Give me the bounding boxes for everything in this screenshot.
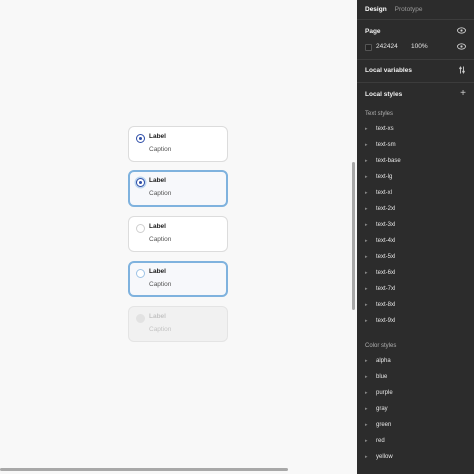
caret-right-icon: ▸ <box>365 238 368 244</box>
caret-right-icon: ▸ <box>365 390 368 396</box>
card-caption: Caption <box>149 281 172 288</box>
design-panel: Design Prototype Page 242424 100% Local … <box>357 0 474 474</box>
card-label: Label <box>149 177 166 184</box>
local-variables-title[interactable]: Local variables <box>365 67 412 74</box>
caret-right-icon: ▸ <box>365 190 368 196</box>
card-label: Label <box>149 313 166 320</box>
caret-right-icon: ▸ <box>365 358 368 364</box>
vertical-scrollbar[interactable] <box>352 162 355 310</box>
page-opacity-value[interactable]: 100% <box>411 43 428 50</box>
caret-right-icon: ▸ <box>365 286 368 292</box>
divider <box>357 82 474 83</box>
sliders-icon[interactable] <box>458 66 466 76</box>
page-section-title: Page <box>365 28 381 35</box>
radio-card-unchecked-focused[interactable]: Label Caption <box>128 261 228 297</box>
caret-right-icon: ▸ <box>365 374 368 380</box>
radio-card-checked[interactable]: Label Caption <box>128 126 228 162</box>
text-styles-title: Text styles <box>365 111 394 117</box>
panel-tabs: Design Prototype <box>357 0 474 20</box>
eye-icon[interactable] <box>457 43 466 52</box>
card-label: Label <box>149 133 166 140</box>
page-color-row[interactable]: 242424 100% <box>365 43 466 53</box>
design-canvas[interactable]: Label Caption Label Caption Label Captio… <box>0 0 356 474</box>
caret-right-icon: ▸ <box>365 270 368 276</box>
radio-button-unchecked[interactable] <box>136 224 145 233</box>
plus-icon[interactable]: + <box>460 88 466 99</box>
radio-card-checked-focused[interactable]: Label Caption <box>128 170 228 207</box>
radio-button-checked-focused[interactable] <box>136 178 145 187</box>
horizontal-scrollbar[interactable] <box>0 468 288 471</box>
card-caption: Caption <box>149 236 172 243</box>
color-styles-title: Color styles <box>365 343 397 349</box>
caret-right-icon: ▸ <box>365 318 368 324</box>
card-caption: Caption <box>149 146 172 153</box>
caret-right-icon: ▸ <box>365 174 368 180</box>
caret-right-icon: ▸ <box>365 126 368 132</box>
radio-button-unchecked-focused[interactable] <box>136 269 145 278</box>
radio-card-unchecked[interactable]: Label Caption <box>128 216 228 252</box>
radio-button-checked[interactable] <box>136 134 145 143</box>
page-color-swatch[interactable] <box>365 44 372 51</box>
tab-design[interactable]: Design <box>365 6 387 13</box>
divider <box>357 59 474 60</box>
tab-prototype[interactable]: Prototype <box>395 6 423 13</box>
card-caption: Caption <box>149 326 172 333</box>
eye-icon[interactable] <box>457 27 466 36</box>
local-styles-title: Local styles <box>365 91 403 98</box>
caret-right-icon: ▸ <box>365 142 368 148</box>
page-color-value[interactable]: 242424 <box>376 43 398 50</box>
caret-right-icon: ▸ <box>365 254 368 260</box>
radio-card-disabled: Label Caption <box>128 306 228 342</box>
caret-right-icon: ▸ <box>365 438 368 444</box>
caret-right-icon: ▸ <box>365 302 368 308</box>
caret-right-icon: ▸ <box>365 206 368 212</box>
caret-right-icon: ▸ <box>365 454 368 460</box>
caret-right-icon: ▸ <box>365 422 368 428</box>
card-label: Label <box>149 223 166 230</box>
card-caption: Caption <box>149 190 172 197</box>
radio-button-disabled <box>136 314 145 323</box>
caret-right-icon: ▸ <box>365 158 368 164</box>
caret-right-icon: ▸ <box>365 406 368 412</box>
caret-right-icon: ▸ <box>365 222 368 228</box>
card-label: Label <box>149 268 166 275</box>
page-section: Page <box>357 20 474 60</box>
